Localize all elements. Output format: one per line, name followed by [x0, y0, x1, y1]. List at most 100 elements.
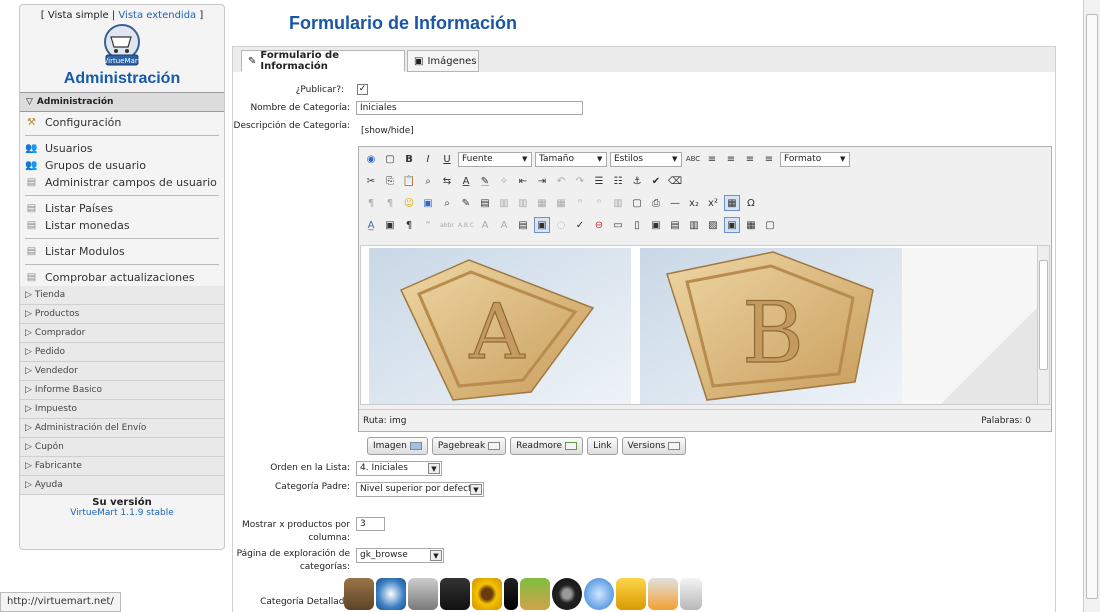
trash-icon[interactable] — [680, 578, 702, 610]
image-manager-icon[interactable]: ▣ — [648, 217, 664, 233]
tab-formulario[interactable]: ✎ Formulario de Información — [241, 50, 405, 72]
edit-icon[interactable]: ✎ — [458, 195, 474, 211]
sidebar-section-envio[interactable]: ▷ Administración del Envío — [20, 419, 224, 438]
table-split-icon[interactable]: ▦ — [534, 195, 550, 211]
subscript-button[interactable]: x₂ — [686, 195, 702, 211]
disk-utility-icon[interactable] — [408, 578, 438, 610]
absolute-icon[interactable]: ▣ — [534, 217, 550, 233]
parent-category-select[interactable]: Nivel superior por defecto ▼ — [356, 482, 484, 497]
abbreviation-icon[interactable]: abbr — [439, 217, 455, 233]
sidebar-item-modulos[interactable]: ▤ Listar Modulos — [20, 243, 224, 260]
spellcheck-icon[interactable]: ✓ — [572, 217, 588, 233]
bullet-list-icon[interactable]: ☰ — [591, 173, 607, 189]
underline-button[interactable]: U — [439, 151, 455, 167]
fullscreen-icon[interactable]: ▢ — [629, 195, 645, 211]
copy-icon[interactable]: ⎘ — [382, 173, 398, 189]
column-icon[interactable]: ▥ — [515, 195, 531, 211]
italic-button[interactable]: I — [420, 151, 436, 167]
anchor-icon[interactable]: ⚓ — [629, 173, 645, 189]
phone-icon[interactable] — [504, 578, 518, 610]
versions-button[interactable]: Versions — [621, 437, 687, 455]
new-document-icon[interactable]: ▢ — [382, 151, 398, 167]
highlight-color-icon[interactable]: ✎ — [477, 173, 493, 189]
sidebar-section-vendedor[interactable]: ▷ Vendedor — [20, 362, 224, 381]
row-icon[interactable]: ▥ — [496, 195, 512, 211]
pagebreak-icon[interactable]: ⊖ — [591, 217, 607, 233]
horizontal-rule-icon[interactable]: — — [667, 195, 683, 211]
cleanup-icon[interactable]: ✔ — [648, 173, 664, 189]
download-icon[interactable] — [520, 578, 550, 610]
acronym-icon[interactable]: A.B.C — [458, 217, 474, 233]
sidebar-item-campos[interactable]: ▤ Administrar campos de usuario — [20, 174, 224, 191]
doc-icon[interactable]: ▨ — [705, 217, 721, 233]
image-insert-icon[interactable]: ▣ — [382, 217, 398, 233]
editor-scrollbar[interactable] — [1037, 245, 1050, 405]
layer-icon[interactable]: ▤ — [515, 217, 531, 233]
align-right-icon[interactable]: ≡ — [742, 151, 758, 167]
tools-icon[interactable] — [648, 578, 678, 610]
quote-icon[interactable]: “ — [420, 217, 436, 233]
sidebar-section-comprador[interactable]: ▷ Comprador — [20, 324, 224, 343]
sidebar-section-tienda[interactable]: ▷ Tienda — [20, 286, 224, 305]
scroll-thumb[interactable] — [1039, 260, 1048, 370]
eraser-icon[interactable]: ⌫ — [667, 173, 683, 189]
tab-imagenes[interactable]: ▣ Imágenes — [407, 50, 479, 72]
sunflower-icon[interactable] — [472, 578, 502, 610]
table-merge-icon[interactable]: ▦ — [553, 195, 569, 211]
sidebar-item-actualizaciones[interactable]: ▤ Comprobar actualizaciones — [20, 269, 224, 286]
text-color-icon[interactable]: A — [458, 173, 474, 189]
cut-icon[interactable]: ✂ — [363, 173, 379, 189]
category-name-input[interactable]: Iniciales — [356, 101, 583, 115]
sidebar-item-paises[interactable]: ▤ Listar Países — [20, 200, 224, 217]
styles-select[interactable]: Estilos ▼ — [610, 151, 682, 167]
sidebar-section-productos[interactable]: ▷ Productos — [20, 305, 224, 324]
sidebar-section-administracion[interactable]: ▽ Administración — [20, 92, 224, 112]
tape-icon[interactable] — [616, 578, 646, 610]
align-center-icon[interactable]: ≡ — [723, 151, 739, 167]
sidebar-section-informe[interactable]: ▷ Informe Basico — [20, 381, 224, 400]
file-manager-icon[interactable]: ▤ — [667, 217, 683, 233]
sidebar-item-grupos[interactable]: 👥 Grupos de usuario — [20, 157, 224, 174]
image-button[interactable]: Imagen — [367, 437, 428, 455]
superscript-icon[interactable]: ⁿ — [591, 195, 607, 211]
find-icon[interactable]: ⌕ — [420, 173, 436, 189]
numbered-list-icon[interactable]: ☷ — [610, 173, 626, 189]
help-icon[interactable]: ◉ — [363, 151, 379, 167]
sidebar-item-usuarios[interactable]: 👥 Usuarios — [20, 140, 224, 157]
paragraph-icon[interactable]: ¶ — [401, 217, 417, 233]
time-machine-icon[interactable] — [376, 578, 406, 610]
clean-icon[interactable]: ✧ — [496, 173, 512, 189]
view-simple-link[interactable]: Vista simple — [48, 10, 109, 21]
link-button[interactable]: Link — [587, 437, 618, 455]
sidebar-section-ayuda[interactable]: ▷ Ayuda — [20, 476, 224, 495]
editor-content-area[interactable]: A B — [360, 245, 1038, 405]
panel-icon[interactable]: ▯ — [629, 217, 645, 233]
table-icon[interactable]: ▦ — [724, 195, 740, 211]
source-icon[interactable]: ▢ — [762, 217, 778, 233]
products-per-row-input[interactable]: 3 — [356, 517, 385, 531]
view-extended-link[interactable]: Vista extendida — [118, 10, 196, 21]
omega-icon[interactable]: Ω — [743, 195, 759, 211]
indent-icon[interactable]: ⇥ — [534, 173, 550, 189]
rtl-icon[interactable]: ¶ — [382, 195, 398, 211]
order-select[interactable]: 4. Iniciales ▼ — [356, 461, 442, 476]
scroll-thumb[interactable] — [1086, 14, 1098, 599]
strikethrough-button[interactable]: ABC — [685, 151, 701, 167]
attribute-icon[interactable]: A — [477, 217, 493, 233]
format-select[interactable]: Formato ▼ — [780, 151, 850, 167]
app-store-icon[interactable] — [584, 578, 614, 610]
align-justify-icon[interactable]: ≡ — [761, 151, 777, 167]
readmore-button[interactable]: Readmore — [510, 437, 584, 455]
superscript-button[interactable]: x² — [705, 195, 721, 211]
show-hide-link[interactable]: [show/hide] — [361, 126, 414, 136]
tire-icon[interactable] — [552, 578, 582, 610]
window-icon[interactable]: ▭ — [610, 217, 626, 233]
redo-icon[interactable]: ↷ — [572, 173, 588, 189]
media-icon[interactable]: ▣ — [420, 195, 436, 211]
gallery-icon[interactable]: ▣ — [724, 217, 740, 233]
replace-icon[interactable]: ⇆ — [439, 173, 455, 189]
preview-icon[interactable]: ⌕ — [439, 195, 455, 211]
template-icon[interactable]: ▤ — [477, 195, 493, 211]
font-select[interactable]: Fuente ▼ — [458, 151, 532, 167]
browse-page-select[interactable]: gk_browse ▼ — [356, 548, 444, 563]
